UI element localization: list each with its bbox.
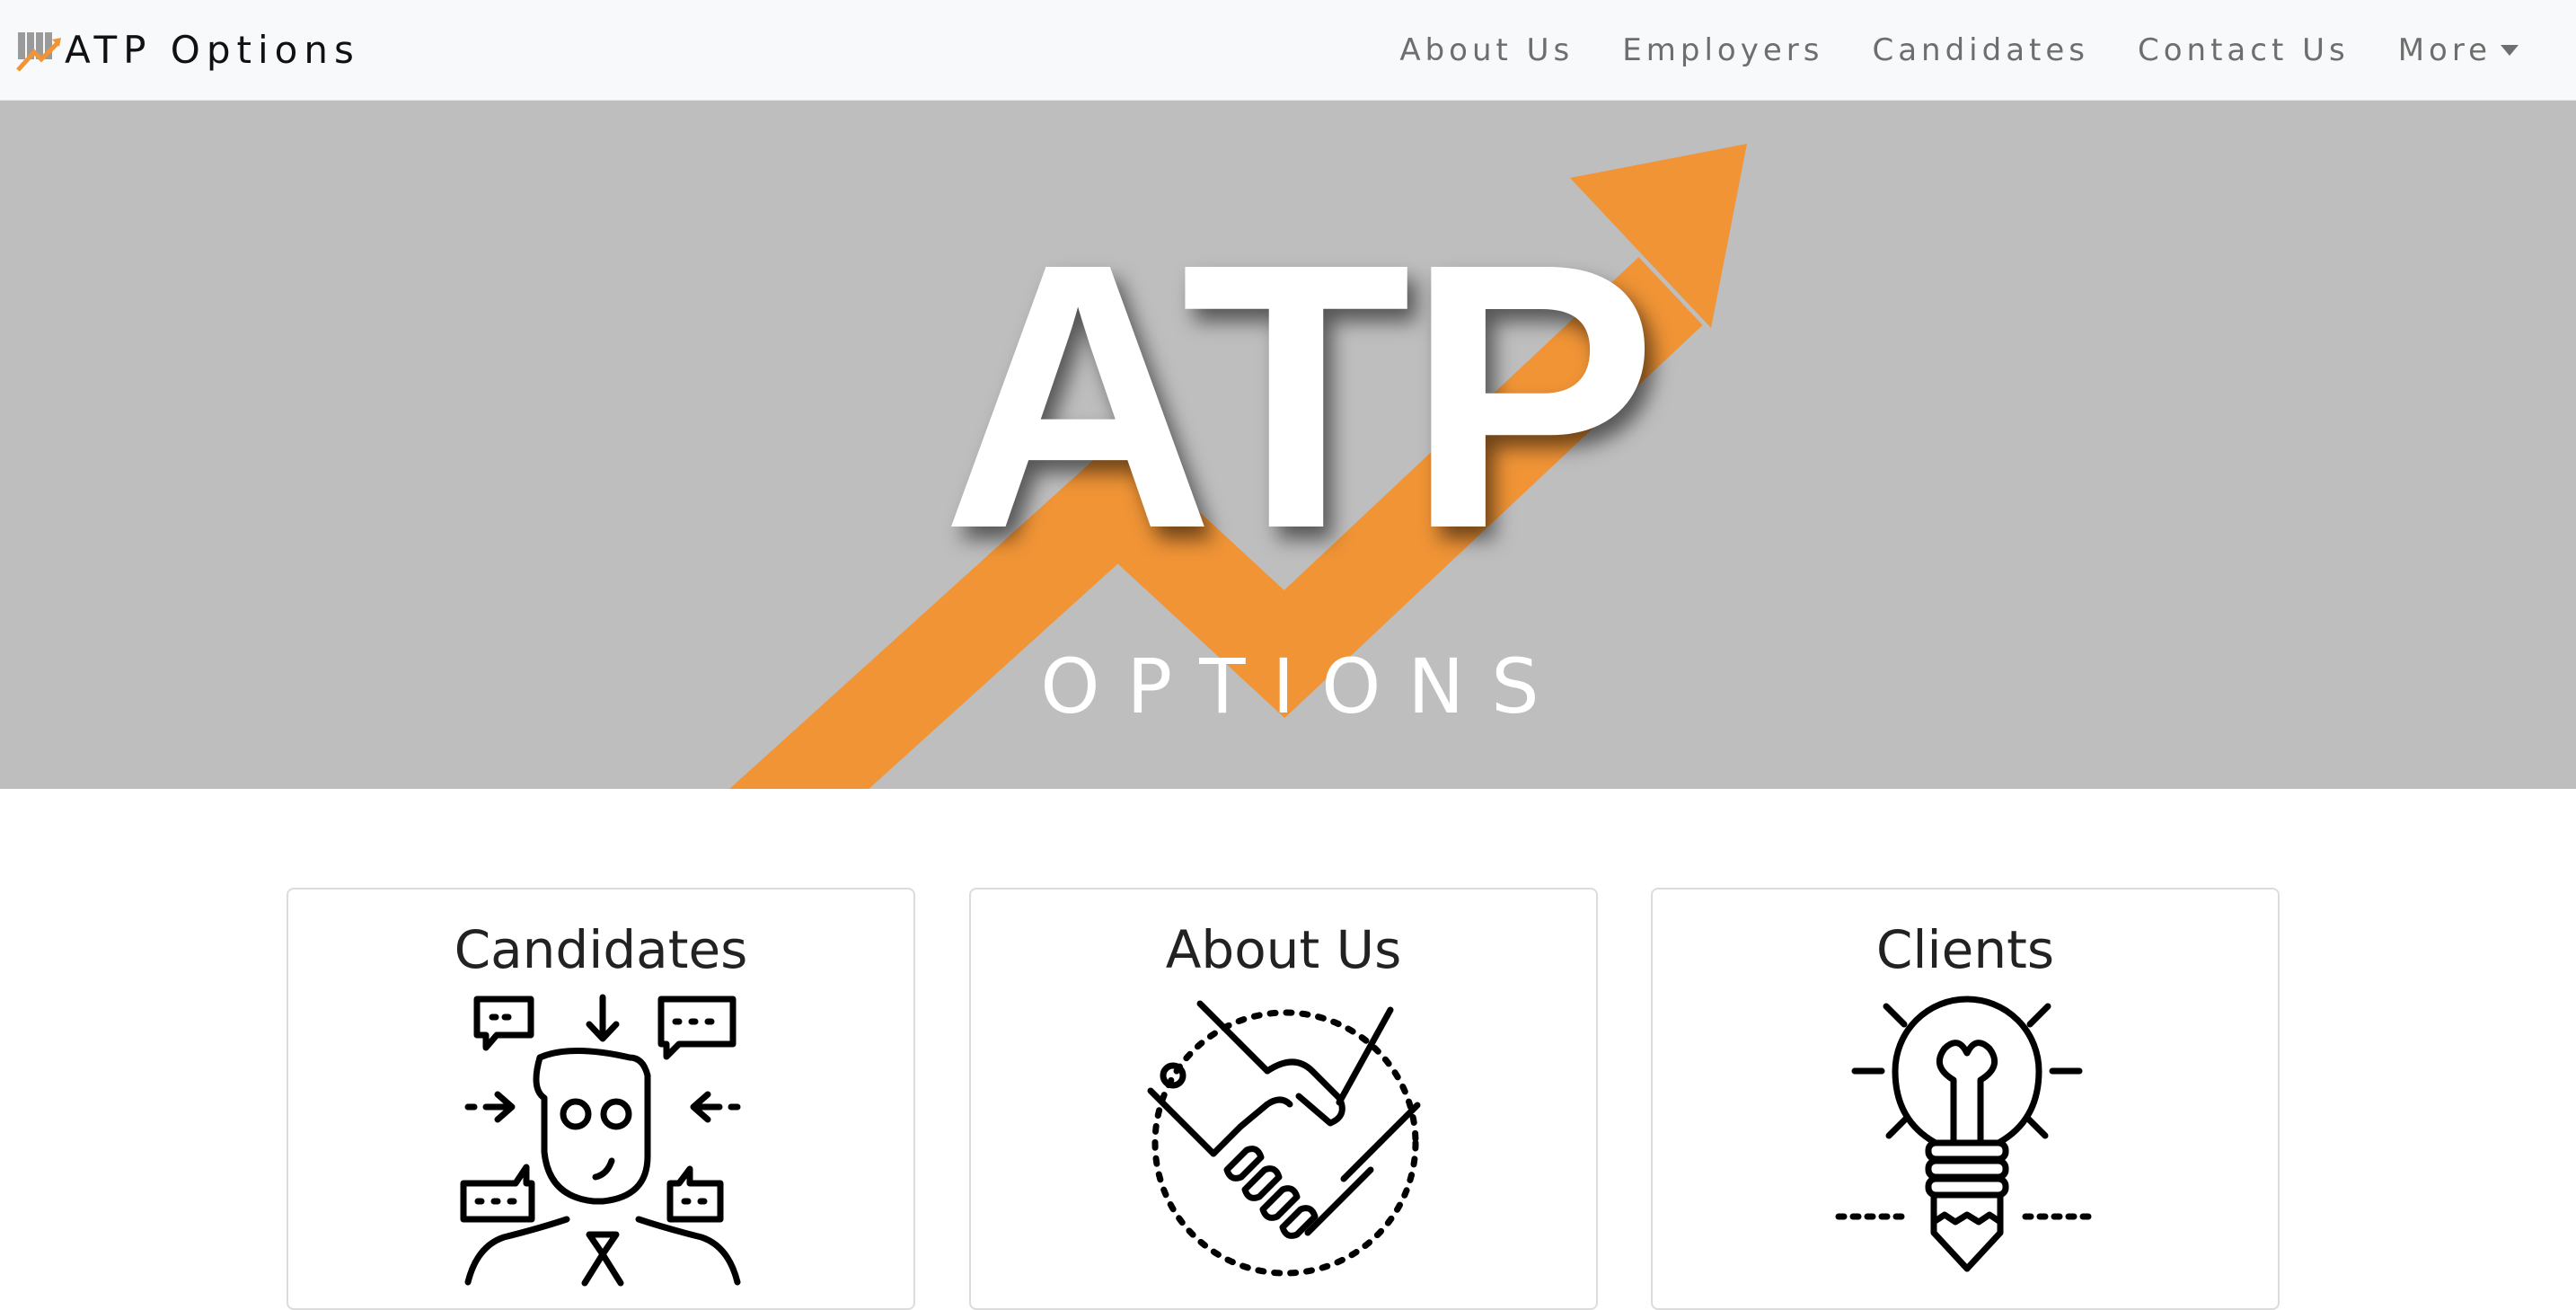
nav-link-contact-us[interactable]: Contact Us (2138, 35, 2350, 66)
card-clients[interactable]: Clients (1651, 888, 2280, 1310)
nav-more-label: More (2397, 32, 2492, 68)
card-title: Candidates (454, 919, 748, 980)
nav-link-about-us[interactable]: About Us (1399, 35, 1574, 66)
nav-link-employers[interactable]: Employers (1622, 35, 1823, 66)
lightbulb-icon (1835, 996, 2099, 1272)
nav-links: About Us Employers Candidates Contact Us… (1351, 25, 2519, 75)
handshake-icon (1147, 1000, 1421, 1277)
atp-logo-icon (16, 32, 61, 72)
caret-down-icon (2501, 45, 2519, 56)
feature-cards: Candidates About Us Clients (0, 888, 2576, 1310)
card-title: Clients (1875, 919, 2055, 980)
card-title: About Us (1165, 919, 1402, 980)
nav-link-candidates[interactable]: Candidates (1872, 35, 2089, 66)
hero-subtitle: OPTIONS (1040, 642, 1566, 730)
nav-dropdown-more[interactable]: More (2398, 35, 2519, 66)
person-ideas-icon (460, 994, 741, 1287)
card-candidates[interactable]: Candidates (287, 888, 915, 1310)
hero-title: ATP (941, 186, 1658, 607)
brand-name: ATP Options (65, 28, 360, 72)
navbar: ATP Options About Us Employers Candidate… (0, 0, 2576, 101)
hero-banner: ATP OPTIONS (0, 101, 2576, 789)
brand-link[interactable]: ATP Options (16, 25, 360, 75)
card-about-us[interactable]: About Us (969, 888, 1598, 1310)
